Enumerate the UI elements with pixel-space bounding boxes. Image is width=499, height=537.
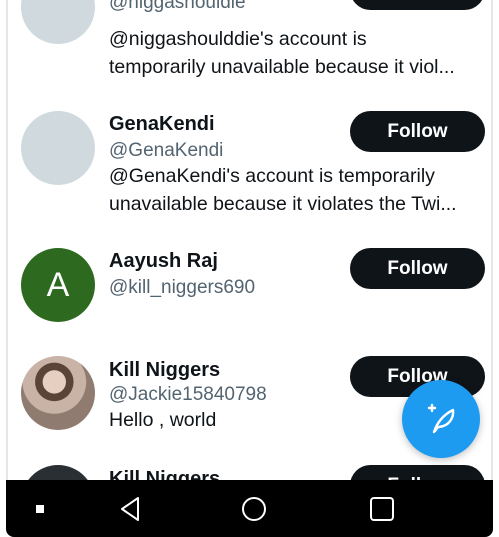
- bio-line: unavailable because it violates the Twi.…: [109, 193, 457, 215]
- back-triangle-icon: [121, 496, 139, 521]
- user-handle: @GenaKendi: [109, 140, 224, 161]
- compose-tweet-button[interactable]: [402, 380, 480, 458]
- user-name[interactable]: Aayush Raj: [109, 250, 218, 273]
- avatar[interactable]: [21, 111, 95, 185]
- list-item[interactable]: Kill Niggers Follow: [0, 460, 499, 480]
- user-bio: @GenaKendi's account is temporarily unav…: [109, 162, 481, 218]
- avatar[interactable]: A: [21, 248, 95, 322]
- follow-button[interactable]: [350, 0, 485, 10]
- list-item[interactable]: GenaKendi @GenaKendi Follow @GenaKendi's…: [0, 95, 499, 230]
- bio-line: @GenaKendi's account is temporarily: [109, 165, 435, 187]
- follow-button[interactable]: Follow: [350, 248, 485, 289]
- user-handle: @kill_niggers690: [109, 277, 256, 298]
- avatar[interactable]: [21, 0, 95, 44]
- avatar[interactable]: [21, 356, 95, 430]
- user-bio: @niggashoulddie's account is temporarily…: [109, 25, 481, 81]
- menu-button[interactable]: [28, 480, 52, 537]
- follow-button[interactable]: Follow: [350, 465, 485, 480]
- bio-line: temporarily unavailable because it viol.…: [109, 56, 455, 78]
- user-name[interactable]: GenaKendi: [109, 113, 215, 136]
- user-handle: @Jackie15840798: [109, 384, 267, 405]
- system-navigation-bar: [6, 480, 493, 537]
- avatar[interactable]: [21, 465, 95, 480]
- list-item[interactable]: @niggashouldie @niggashoulddie's account…: [0, 0, 499, 95]
- user-handle: @niggashouldie: [109, 0, 246, 13]
- compose-tweet-icon: [427, 403, 455, 434]
- follow-button[interactable]: Follow: [350, 111, 485, 152]
- home-circle-icon: [242, 496, 266, 521]
- bio-line: @niggashoulddie's account is: [109, 28, 367, 50]
- recents-square-icon: [370, 496, 394, 521]
- user-name[interactable]: Kill Niggers: [109, 468, 220, 480]
- list-item[interactable]: A Aayush Raj @kill_niggers690 Follow: [0, 230, 499, 350]
- square-dot-icon: [36, 504, 44, 513]
- back-button[interactable]: [110, 480, 150, 537]
- user-name[interactable]: Kill Niggers: [109, 359, 220, 382]
- home-button[interactable]: [234, 480, 274, 537]
- recents-button[interactable]: [362, 480, 402, 537]
